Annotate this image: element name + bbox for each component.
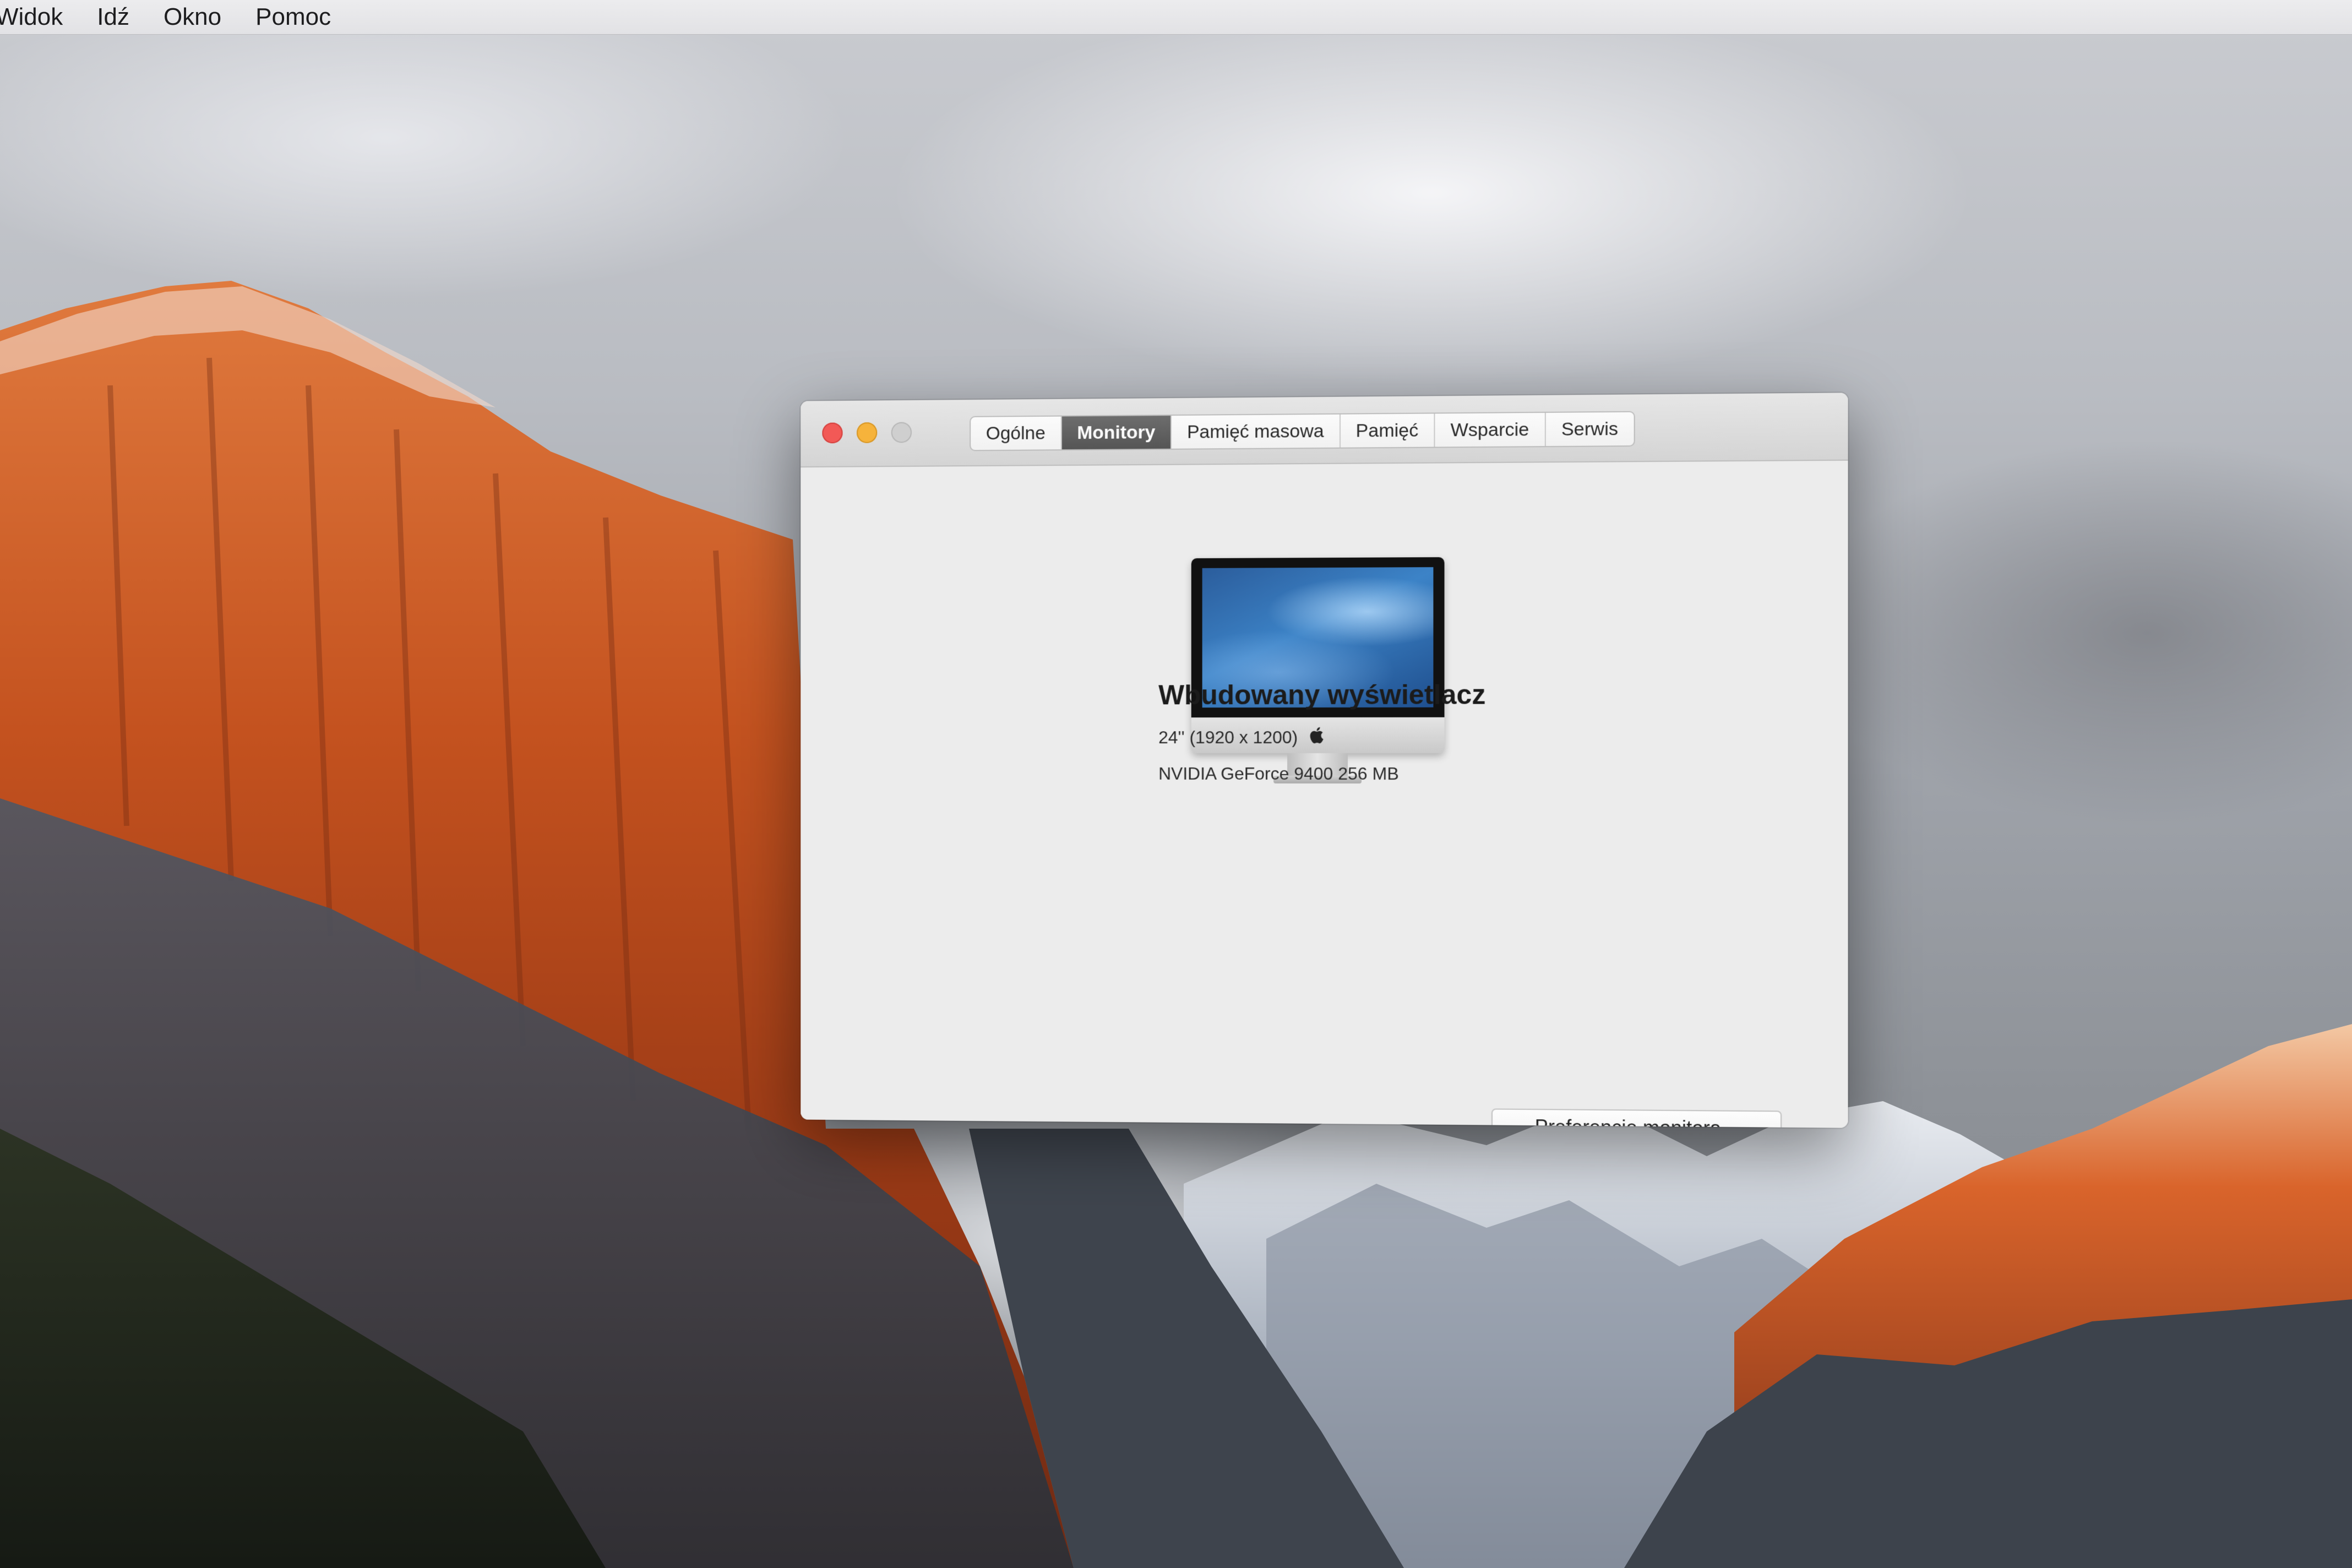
imac-icon — [1191, 557, 1450, 794]
window-content: Wbudowany wyświetlacz 24'' (1920 x 1200)… — [801, 461, 1848, 1128]
tab-pamiec-masowa[interactable]: Pamięć masowa — [1172, 415, 1340, 449]
window-titlebar: Ogólne Monitory Pamięć masowa Pamięć Wsp… — [801, 393, 1848, 467]
tab-bar: Ogólne Monitory Pamięć masowa Pamięć Wsp… — [970, 411, 1635, 451]
tab-monitory[interactable]: Monitory — [1062, 416, 1172, 449]
tab-ogolne[interactable]: Ogólne — [971, 417, 1061, 450]
tab-serwis[interactable]: Serwis — [1546, 412, 1634, 447]
tab-pamiec[interactable]: Pamięć — [1341, 413, 1435, 447]
display-size: 24'' (1920 x 1200) — [1158, 727, 1298, 748]
display-preferences-button[interactable]: Preferencje monitora... — [1491, 1108, 1782, 1128]
menu-widok[interactable]: Widok — [0, 3, 63, 31]
menu-idz[interactable]: Idź — [97, 3, 129, 31]
apple-logo-icon — [1309, 726, 1326, 744]
minimize-button[interactable] — [857, 422, 877, 443]
desktop: Widok Idź Okno Pomoc Ogólne Monitory Pam… — [0, 0, 2352, 1568]
display-gpu: NVIDIA GeForce 9400 256 MB — [1158, 764, 1399, 784]
menu-okno[interactable]: Okno — [164, 3, 221, 31]
menu-pomoc[interactable]: Pomoc — [255, 3, 331, 31]
display-name: Wbudowany wyświetlacz — [1158, 678, 1485, 711]
close-button[interactable] — [822, 422, 842, 443]
tab-wsparcie[interactable]: Wsparcie — [1435, 413, 1545, 447]
menu-bar: Widok Idź Okno Pomoc — [0, 0, 2352, 35]
zoom-button — [891, 422, 912, 443]
about-this-mac-window: Ogólne Monitory Pamięć masowa Pamięć Wsp… — [801, 393, 1848, 1128]
